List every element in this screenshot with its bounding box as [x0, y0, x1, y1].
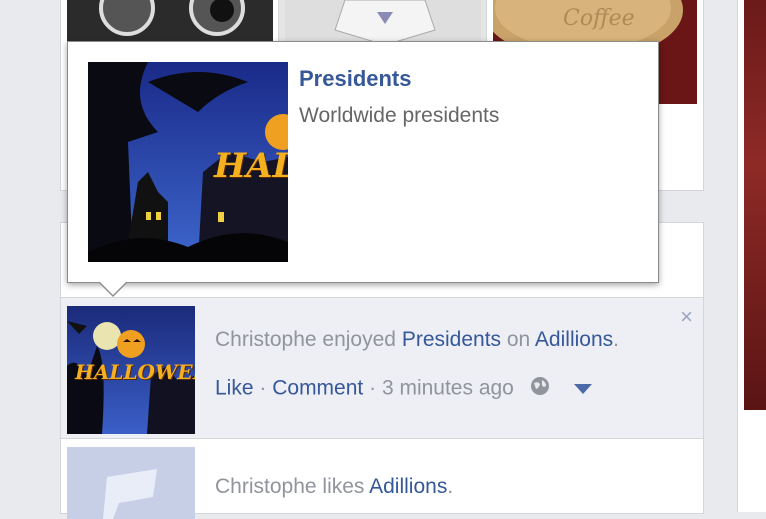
- separator: ·: [259, 376, 267, 400]
- popup-subtitle: Worldwide presidents: [299, 104, 500, 127]
- glasses-image: [67, 0, 273, 45]
- object-link-presidents[interactable]: Presidents: [402, 328, 501, 351]
- action-verb: enjoyed: [322, 328, 396, 351]
- action-verb: likes: [322, 475, 365, 498]
- page-thumbnail[interactable]: [67, 447, 195, 519]
- popup-image[interactable]: HALLOWEEN: [88, 62, 288, 262]
- close-icon[interactable]: ×: [680, 304, 693, 330]
- story-actions-line: Like · Comment · 3 minutes ago: [215, 376, 592, 402]
- chevron-down-icon[interactable]: [573, 377, 592, 401]
- story-thumbnail-label: HALLOWEEN: [75, 360, 195, 384]
- period: .: [447, 475, 454, 498]
- globe-icon[interactable]: [530, 376, 550, 402]
- period: .: [613, 328, 619, 351]
- right-column-image: [744, 0, 766, 410]
- popup-image-label: HALLOWEEN: [214, 146, 288, 186]
- app-link-adillions[interactable]: Adillions: [369, 475, 447, 498]
- actor-name: Christophe: [215, 475, 317, 498]
- pattern-image: [285, 0, 481, 46]
- timestamp[interactable]: 3 minutes ago: [382, 377, 514, 400]
- hover-card-popup: HALLOWEEN Presidents Worldwide president…: [67, 41, 659, 297]
- story-thumbnail[interactable]: HALLOWEEN: [67, 306, 195, 434]
- popup-pointer: [98, 281, 128, 297]
- like-link[interactable]: Like: [215, 377, 254, 400]
- app-link-adillions[interactable]: Adillions: [535, 328, 613, 351]
- story-text-line: Christophe enjoyed Presidents on Adillio…: [215, 328, 619, 352]
- story-enjoyed: HALLOWEEN Christophe enjoyed Presidents …: [61, 297, 703, 439]
- right-column: [737, 0, 766, 512]
- story-likes: Christophe likes Adillions.: [61, 439, 703, 519]
- popup-title-link[interactable]: Presidents: [299, 66, 412, 92]
- coffee-label: Coffee: [563, 6, 635, 31]
- story-text-line: Christophe likes Adillions.: [215, 475, 453, 499]
- separator: ·: [369, 376, 377, 400]
- comment-link[interactable]: Comment: [272, 377, 363, 400]
- actor-name: Christophe: [215, 328, 317, 351]
- preposition: on: [506, 328, 531, 351]
